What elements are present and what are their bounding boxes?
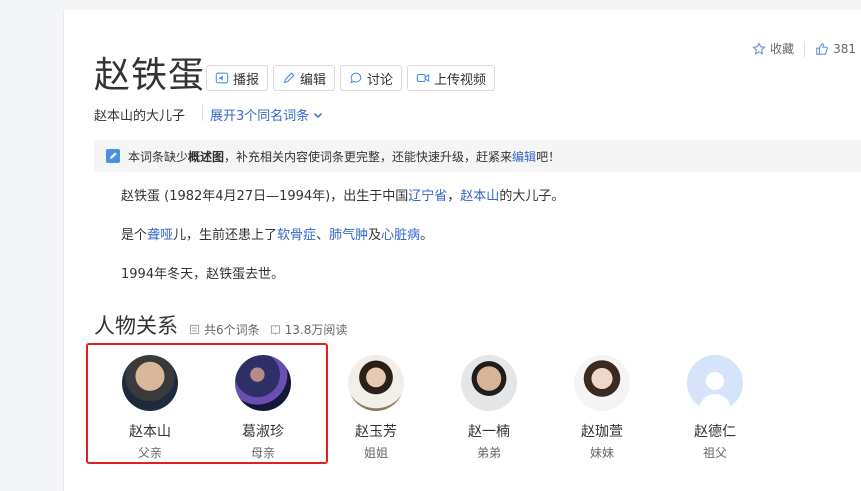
edit-button[interactable]: 编辑 — [273, 65, 336, 91]
link-zhaobenshan[interactable]: 赵本山 — [460, 189, 499, 204]
avatar — [461, 355, 517, 411]
favorite-button[interactable]: 收藏 — [752, 40, 794, 57]
discuss-label: 讨论 — [367, 72, 394, 88]
speaker-icon — [215, 72, 229, 84]
entry-actions: 收藏 381 — [752, 40, 856, 57]
notice-suffix: 吧！ — [536, 149, 561, 164]
like-button[interactable]: 381 — [815, 42, 856, 56]
upload-video-button[interactable]: 上传视频 — [407, 65, 496, 91]
relation-card-grandfather[interactable]: 赵德仁 祖父 — [670, 355, 760, 461]
edit-label: 编辑 — [300, 72, 327, 88]
p2-text-b: 儿，生前还患上了 — [173, 228, 278, 243]
star-icon — [752, 41, 766, 55]
relation-card-younger-sister[interactable]: 赵珈萱 妹妹 — [557, 355, 647, 461]
relation-card-father[interactable]: 赵本山 父亲 — [105, 355, 195, 461]
person-relation: 妹妹 — [589, 446, 614, 460]
expand-homonyms-label: 展开3个同名词条 — [210, 109, 310, 124]
video-camera-icon — [416, 73, 430, 83]
avatar — [235, 355, 291, 411]
notice-edit-link[interactable]: 编辑 — [512, 148, 536, 165]
avatar-placeholder — [687, 355, 743, 411]
paragraph-2: 是个聋哑儿，生前还患上了软骨症、肺气肿及心脏病。 — [121, 224, 433, 243]
broadcast-label: 播报 — [233, 72, 260, 88]
like-count: 381 — [833, 41, 856, 56]
entry-card: 收藏 381 赵铁蛋 播报 编辑 讨论 上传视频 赵本山的大儿子 展开3个同名词… — [63, 10, 861, 491]
paragraph-3: 1994年冬天，赵铁蛋去世。 — [121, 267, 285, 282]
p1-text-a: 赵铁蛋 (1982年4月27日—1994年)，出生于中国 — [121, 189, 409, 204]
avatar — [574, 355, 630, 411]
notice-bold: 概述图 — [188, 149, 225, 164]
link-liaoning[interactable]: 辽宁省 — [408, 189, 447, 204]
page-title: 赵铁蛋 — [94, 55, 206, 96]
discuss-button[interactable]: 讨论 — [340, 65, 403, 91]
section-title-relations: 人物关系 — [94, 314, 178, 338]
paragraph-1: 赵铁蛋 (1982年4月27日—1994年)，出生于中国辽宁省，赵本山的大儿子。 — [121, 185, 564, 204]
person-relation: 姐姐 — [363, 446, 388, 460]
subtitle-divider — [202, 105, 203, 121]
person-name: 赵珈萱 — [581, 424, 623, 440]
p1-text-b: ， — [447, 189, 461, 204]
person-name: 赵玉芳 — [355, 424, 397, 440]
book-icon — [270, 325, 280, 335]
document-icon — [189, 324, 200, 335]
relations-view-count: 13.8万阅读 — [284, 323, 348, 337]
person-relation: 母亲 — [250, 446, 275, 460]
avatar — [122, 355, 178, 411]
person-name: 赵一楠 — [468, 424, 510, 440]
relation-card-mother[interactable]: 葛淑珍 母亲 — [218, 355, 308, 461]
p1-text-c: 的大儿子。 — [499, 189, 565, 204]
expand-homonyms-link[interactable]: 展开3个同名词条 — [210, 105, 324, 124]
pencil-icon — [283, 72, 295, 84]
p2-text-e: 。 — [420, 228, 434, 243]
link-deaf-mute[interactable]: 聋哑 — [147, 228, 173, 243]
favorite-label: 收藏 — [770, 42, 795, 56]
missing-image-notice: 本词条缺少 概述图 ，补充相关内容使词条更完整，还能快速升级，赶紧来 编辑 吧！ — [94, 140, 861, 172]
p2-text-a: 是个 — [121, 228, 148, 243]
broadcast-button[interactable]: 播报 — [206, 65, 269, 91]
relation-card-sister[interactable]: 赵玉芳 姐姐 — [331, 355, 421, 461]
notice-middle: ，补充相关内容使词条更完整，还能快速升级，赶紧来 — [224, 149, 513, 164]
chat-bubble-icon — [350, 72, 362, 84]
chevron-down-icon — [314, 112, 323, 118]
relation-card-brother[interactable]: 赵一楠 弟弟 — [444, 355, 534, 461]
p2-text-d: 及 — [368, 228, 382, 243]
actions-divider — [804, 40, 806, 57]
person-name: 赵本山 — [129, 424, 171, 440]
person-name: 葛淑珍 — [242, 424, 284, 440]
person-name: 赵德仁 — [694, 424, 736, 440]
link-emphysema[interactable]: 肺气肿 — [329, 228, 368, 243]
person-placeholder-icon — [699, 372, 731, 411]
edit-notice-icon — [106, 149, 120, 163]
thumbs-up-icon — [816, 42, 828, 55]
link-chondropathy[interactable]: 软骨症 — [277, 228, 316, 243]
link-heart-disease[interactable]: 心脏病 — [381, 228, 420, 243]
relations-entry-count: 共6个词条 — [204, 323, 260, 337]
p2-text-c: 、 — [316, 228, 330, 243]
relations-meta: 共6个词条 13.8万阅读 — [189, 321, 347, 338]
avatar — [348, 355, 404, 411]
person-relation: 祖父 — [702, 446, 727, 460]
person-relation: 弟弟 — [476, 446, 501, 460]
subtitle: 赵本山的大儿子 — [94, 109, 186, 124]
notice-prefix: 本词条缺少 — [128, 149, 189, 164]
upload-video-label: 上传视频 — [434, 72, 487, 88]
person-relation: 父亲 — [137, 446, 162, 460]
